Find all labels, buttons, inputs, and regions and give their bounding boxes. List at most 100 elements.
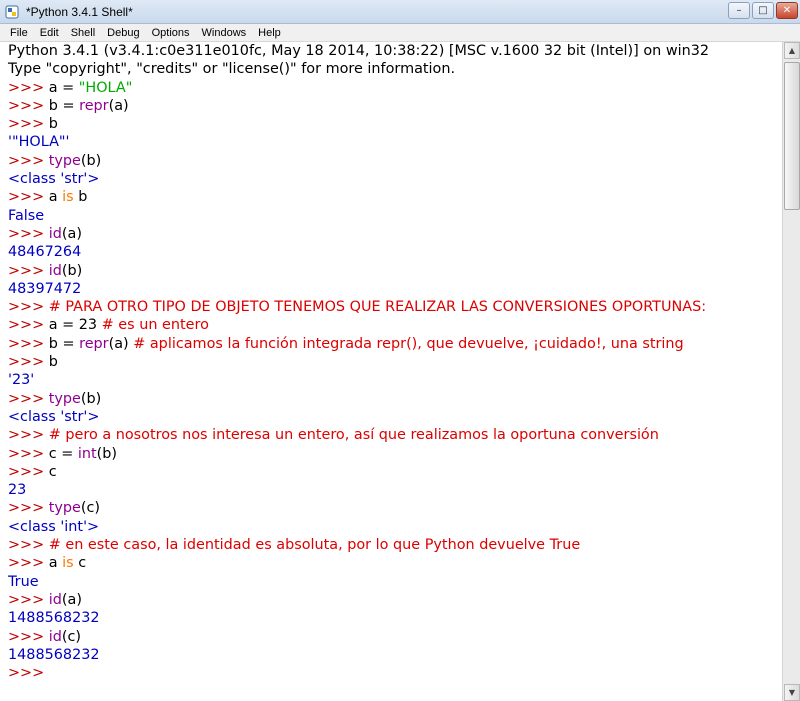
shell-line: 48467264 xyxy=(8,243,782,261)
code-text: Type "copyright", "credits" or "license(… xyxy=(8,61,456,78)
prompt: >>> xyxy=(8,665,49,682)
output-text: False xyxy=(8,207,45,224)
comment-text: # PARA OTRO TIPO DE OBJETO TENEMOS QUE R… xyxy=(48,299,707,316)
comment-text: # es un entero xyxy=(101,317,209,334)
code-text: (b) xyxy=(61,262,83,279)
scroll-down-icon[interactable]: ▼ xyxy=(784,684,800,701)
code-text: b = xyxy=(48,335,80,352)
builtin-name: int xyxy=(77,445,97,462)
minimize-button[interactable]: – xyxy=(728,2,750,19)
output-text: <class 'str'> xyxy=(8,408,100,425)
menu-debug[interactable]: Debug xyxy=(101,24,145,42)
shell-line: >>> id(c) xyxy=(8,628,782,646)
maximize-button[interactable]: □ xyxy=(752,2,774,19)
python-idle-icon xyxy=(4,4,20,20)
prompt: >>> xyxy=(8,299,49,316)
menu-bar: File Edit Shell Debug Options Windows He… xyxy=(0,24,800,42)
output-text: 23 xyxy=(8,482,27,499)
scroll-thumb[interactable] xyxy=(784,62,800,210)
shell-line: 23 xyxy=(8,481,782,499)
shell-line: >>> type(c) xyxy=(8,499,782,517)
shell-line: <class 'str'> xyxy=(8,170,782,188)
shell-line: >>> b = repr(a) xyxy=(8,97,782,115)
code-text: b xyxy=(48,354,58,371)
code-text: a xyxy=(48,189,63,206)
prompt: >>> xyxy=(8,335,49,352)
shell-line: >>> a = "HOLA" xyxy=(8,79,782,97)
window-title: *Python 3.4.1 Shell* xyxy=(26,4,133,19)
title-bar[interactable]: *Python 3.4.1 Shell* – □ ✕ xyxy=(0,0,800,24)
prompt: >>> xyxy=(8,97,49,114)
code-text: (b) xyxy=(96,445,118,462)
scroll-up-icon[interactable]: ▲ xyxy=(784,42,800,59)
prompt: >>> xyxy=(8,463,49,480)
vertical-scrollbar[interactable]: ▲ ▼ xyxy=(782,42,800,701)
code-text: b = xyxy=(48,97,80,114)
menu-file[interactable]: File xyxy=(4,24,34,42)
prompt: >>> xyxy=(8,555,49,572)
code-text: c xyxy=(73,555,87,572)
code-text: b xyxy=(73,189,88,206)
builtin-name: id xyxy=(48,628,62,645)
output-text: <class 'str'> xyxy=(8,171,100,188)
shell-line: <class 'int'> xyxy=(8,518,782,536)
output-text: '"HOLA"' xyxy=(8,134,70,151)
shell-line: >>> a = 23 # es un entero xyxy=(8,316,782,334)
code-text: c = xyxy=(48,445,78,462)
shell-line: <class 'str'> xyxy=(8,408,782,426)
prompt: >>> xyxy=(8,500,49,517)
prompt: >>> xyxy=(8,116,49,133)
shell-line: >>> type(b) xyxy=(8,390,782,408)
code-text: (a) xyxy=(108,97,129,114)
builtin-name: id xyxy=(48,591,62,608)
string-literal: "HOLA" xyxy=(78,79,133,96)
shell-line: True xyxy=(8,573,782,591)
shell-line: >>> c = int(b) xyxy=(8,445,782,463)
code-text: b xyxy=(48,116,58,133)
builtin-name: type xyxy=(48,152,81,169)
builtin-name: type xyxy=(48,500,81,517)
shell-line: >>> b xyxy=(8,115,782,133)
menu-edit[interactable]: Edit xyxy=(34,24,65,42)
shell-line: '23' xyxy=(8,371,782,389)
code-text: c xyxy=(48,463,57,480)
shell-line: >>> id(a) xyxy=(8,225,782,243)
keyword: is xyxy=(62,189,74,206)
code-text: (c) xyxy=(80,500,101,517)
menu-help[interactable]: Help xyxy=(252,24,287,42)
code-text: a = xyxy=(48,79,79,96)
shell-line: >>> a is b xyxy=(8,188,782,206)
comment-text: # aplicamos la función integrada repr(),… xyxy=(133,335,684,352)
output-text: 1488568232 xyxy=(8,646,100,663)
code-text: (b) xyxy=(80,390,102,407)
shell-line: Type "copyright", "credits" or "license(… xyxy=(8,60,782,78)
code-text: (a) xyxy=(61,591,82,608)
close-button[interactable]: ✕ xyxy=(776,2,798,19)
shell-line: >>> xyxy=(8,664,782,682)
shell-text-area[interactable]: Python 3.4.1 (v3.4.1:c0e311e010fc, May 1… xyxy=(0,42,782,701)
menu-shell[interactable]: Shell xyxy=(65,24,101,42)
menu-options[interactable]: Options xyxy=(146,24,196,42)
code-text: (a) xyxy=(61,225,82,242)
shell-line: >>> id(b) xyxy=(8,262,782,280)
shell-line: 1488568232 xyxy=(8,609,782,627)
code-text: a = 23 xyxy=(48,317,102,334)
builtin-name: type xyxy=(48,390,81,407)
prompt: >>> xyxy=(8,225,49,242)
prompt: >>> xyxy=(8,354,49,371)
menu-windows[interactable]: Windows xyxy=(196,24,253,42)
prompt: >>> xyxy=(8,317,49,334)
shell-line: >>> b = repr(a) # aplicamos la función i… xyxy=(8,335,782,353)
shell-line: >>> # en este caso, la identidad es abso… xyxy=(8,536,782,554)
shell-line: >>> type(b) xyxy=(8,152,782,170)
prompt: >>> xyxy=(8,189,49,206)
code-text: Python 3.4.1 (v3.4.1:c0e311e010fc, May 1… xyxy=(8,43,710,59)
output-text: '23' xyxy=(8,372,35,389)
prompt: >>> xyxy=(8,262,49,279)
comment-text: # en este caso, la identidad es absoluta… xyxy=(48,537,581,554)
shell-line: False xyxy=(8,207,782,225)
output-text: 48397472 xyxy=(8,280,82,297)
builtin-name: id xyxy=(48,225,62,242)
shell-line: 48397472 xyxy=(8,280,782,298)
shell-line: Python 3.4.1 (v3.4.1:c0e311e010fc, May 1… xyxy=(8,42,782,60)
